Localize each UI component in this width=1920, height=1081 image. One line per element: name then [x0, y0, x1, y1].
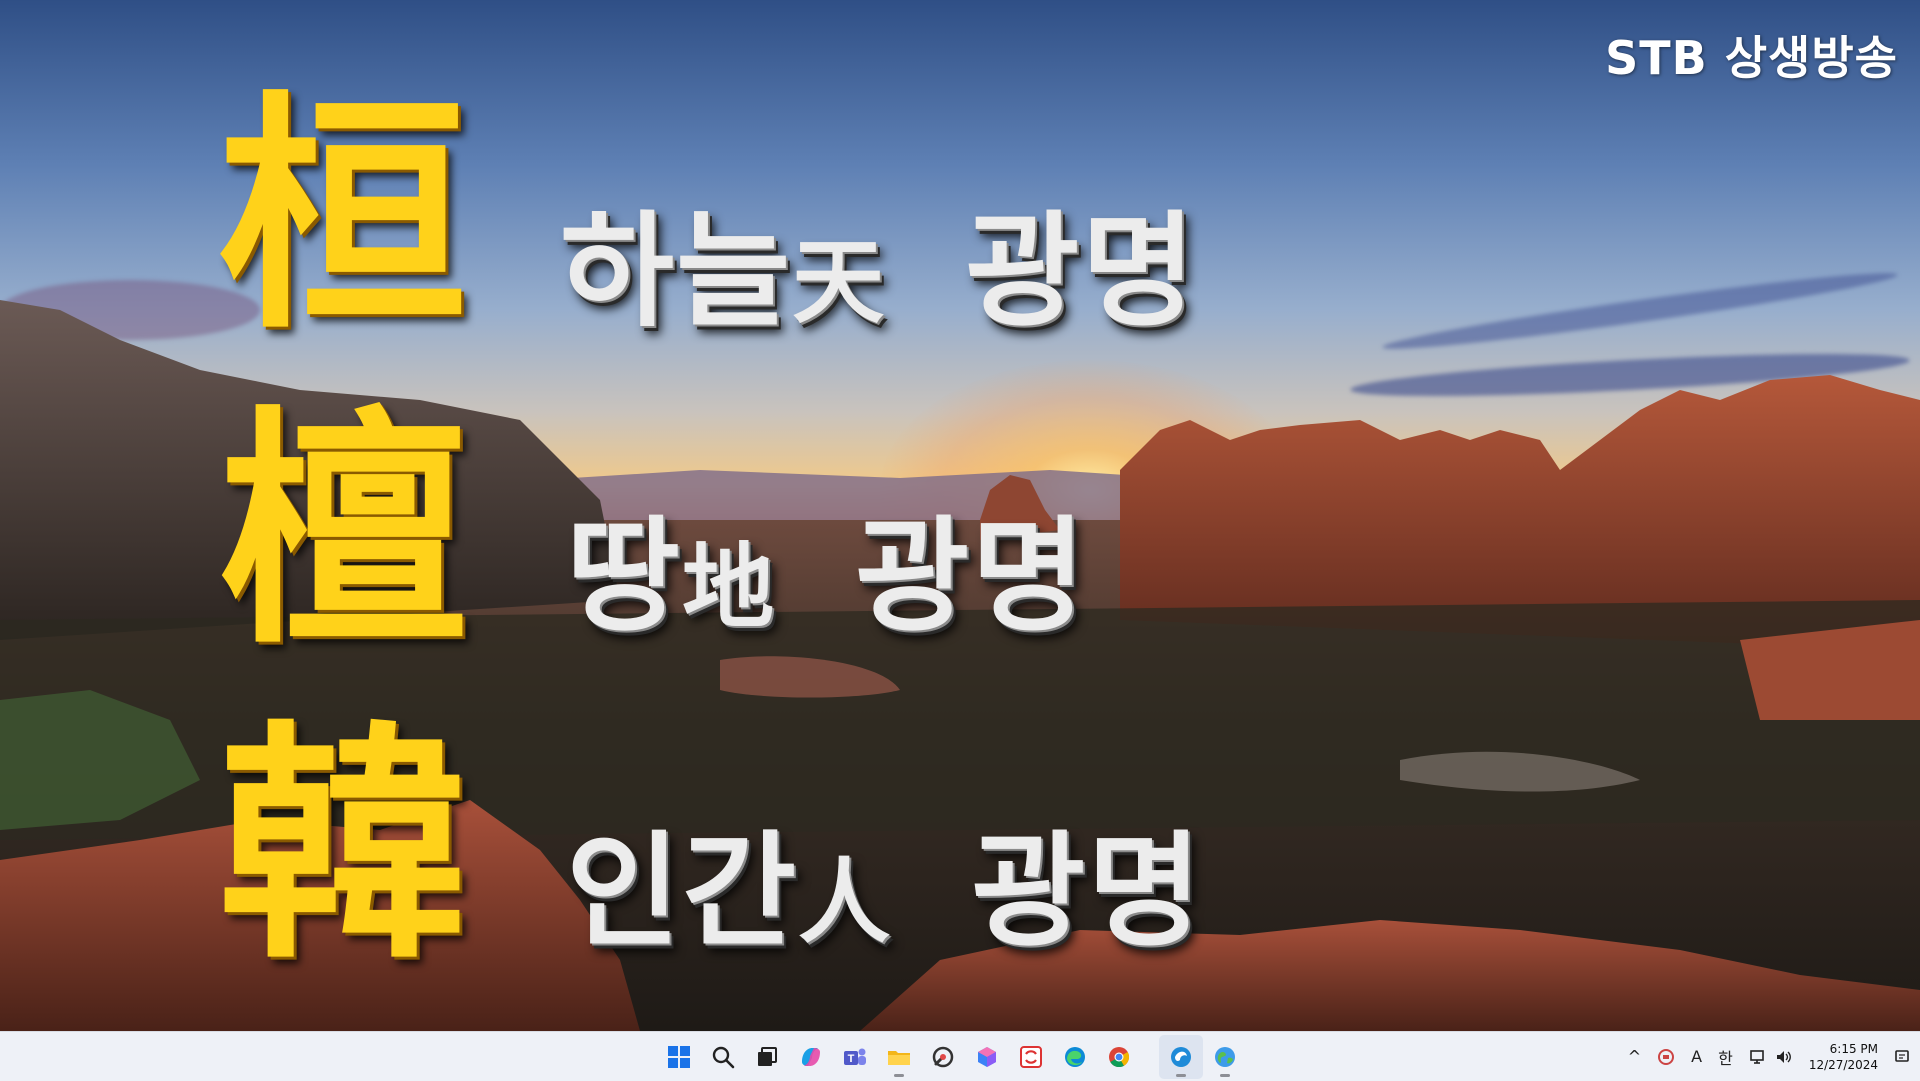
phrase-2-suffix: 광명: [855, 505, 1088, 649]
taskbar-apps: T: [657, 1032, 1247, 1081]
clock[interactable]: 6:15 PM 12/27/2024: [1801, 1032, 1886, 1081]
phrase-line-3: 인간人 광명: [566, 830, 1204, 954]
ime-indicator[interactable]: 한: [1710, 1032, 1741, 1081]
sync-app-icon[interactable]: [1009, 1035, 1053, 1079]
app-icon[interactable]: [965, 1035, 1009, 1079]
hanja-hwan: 桓: [218, 68, 468, 362]
phrase-line-1: 하늘天 광명: [560, 210, 1198, 334]
phrase-1-suffix: 광명: [965, 200, 1198, 344]
channel-logo: STB 상생방송: [1605, 31, 1898, 85]
taskbar: T ^ A 한 6:15 PM 12/27/2024: [0, 1031, 1920, 1081]
snipping-tool-icon[interactable]: [921, 1035, 965, 1079]
copilot-icon[interactable]: [789, 1035, 833, 1079]
svg-text:T: T: [848, 1053, 855, 1065]
input-mode-indicator[interactable]: A: [1683, 1032, 1710, 1081]
phrase-line-2: 땅地 광명: [566, 515, 1087, 639]
phrase-1-korean: 하늘: [560, 200, 793, 344]
globe-app-icon[interactable]: [1203, 1035, 1247, 1079]
phrase-3-hanja: 人: [798, 848, 893, 956]
phrase-2-hanja: 地: [682, 533, 777, 641]
search-icon[interactable]: [701, 1035, 745, 1079]
phrase-3-suffix: 광명: [971, 820, 1204, 964]
windows-start-icon[interactable]: [657, 1035, 701, 1079]
video-frame: STB 상생방송 桓 檀 韓 하늘天 광명 땅地 광명 인간人 광명: [0, 0, 1920, 1031]
teams-icon[interactable]: T: [833, 1035, 877, 1079]
show-hidden-icons-chevron[interactable]: ^: [1620, 1032, 1649, 1081]
hanja-han: 韓: [218, 698, 468, 992]
active-app-icon[interactable]: [1159, 1034, 1203, 1079]
file-explorer-icon[interactable]: [877, 1035, 921, 1079]
clock-date: 12/27/2024: [1808, 1057, 1878, 1072]
notification-icon[interactable]: [1886, 1032, 1920, 1081]
chrome-icon[interactable]: [1097, 1035, 1141, 1079]
clock-time: 6:15 PM: [1829, 1041, 1878, 1056]
network-icon[interactable]: [1741, 1032, 1775, 1081]
volume-icon[interactable]: [1775, 1032, 1801, 1081]
task-view-icon[interactable]: [745, 1035, 789, 1079]
phrase-3-korean: 인간: [566, 820, 799, 964]
phrase-2-korean: 땅: [566, 505, 683, 649]
system-tray: ^ A 한 6:15 PM 12/27/2024: [1620, 1032, 1920, 1081]
hanja-dan: 檀: [218, 383, 468, 677]
phrase-1-hanja: 天: [792, 228, 887, 336]
tray-app-icon[interactable]: [1649, 1032, 1683, 1081]
edge-icon[interactable]: [1053, 1035, 1097, 1079]
